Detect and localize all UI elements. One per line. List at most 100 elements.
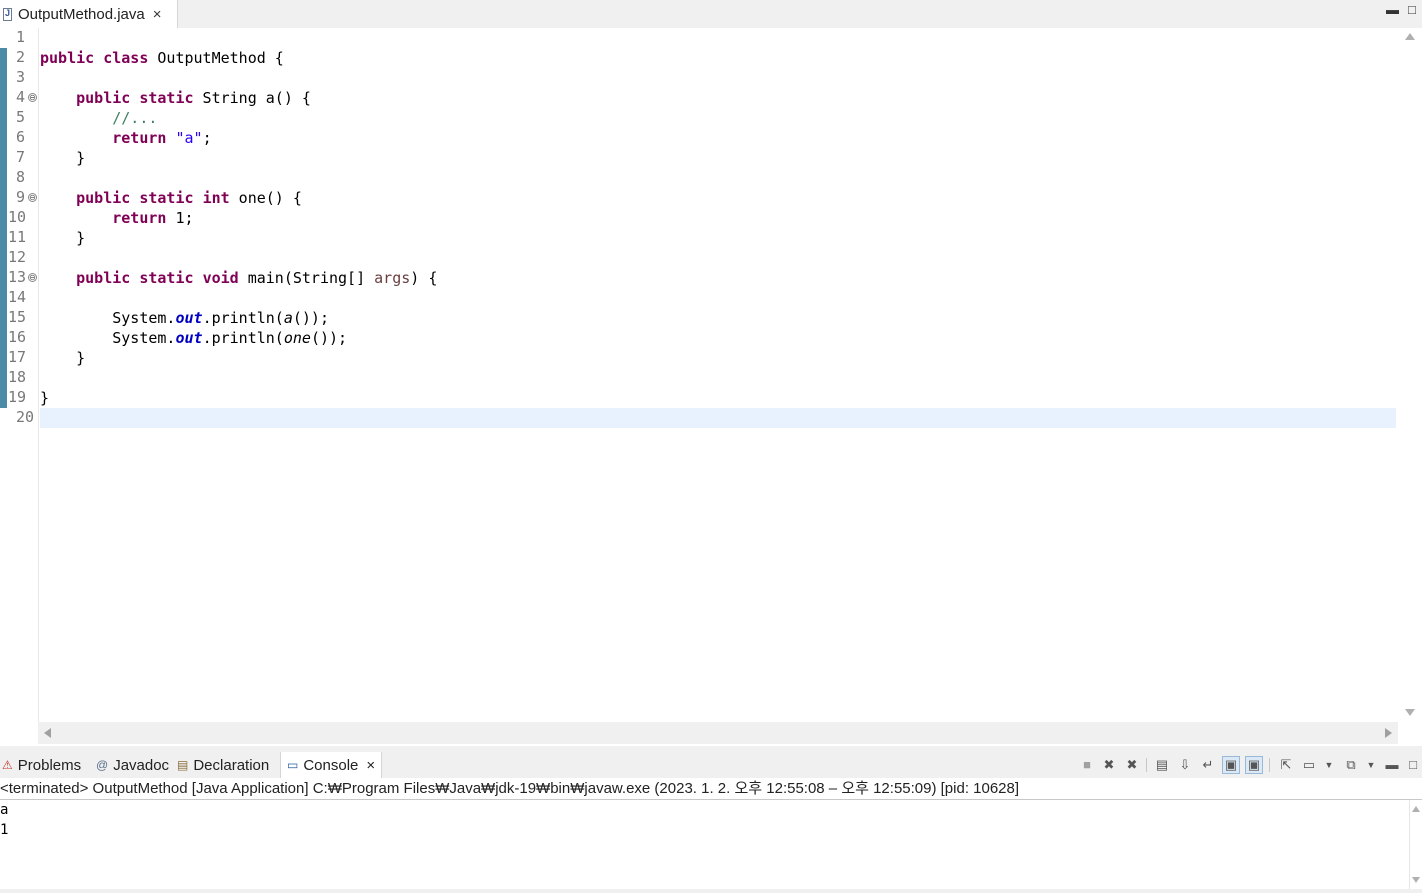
- toolbar-separator: [1146, 758, 1147, 772]
- code-text: .println(: [202, 329, 284, 347]
- code-text: }: [76, 349, 86, 367]
- code-text: }: [76, 229, 86, 247]
- editor-tab-outputmethod[interactable]: OutputMethod.java ×: [0, 0, 178, 28]
- string-literal: "a": [175, 129, 203, 147]
- scroll-lock-icon[interactable]: ⇩: [1176, 756, 1194, 774]
- line-number: 8: [16, 168, 26, 186]
- line-number: 20: [16, 408, 35, 426]
- editor-horizontal-scrollbar[interactable]: [38, 722, 1398, 744]
- maximize-panel-button[interactable]: □: [1404, 756, 1422, 774]
- code-text: one() {: [229, 189, 302, 207]
- chevron-down-icon[interactable]: ▼: [1320, 756, 1338, 774]
- line-number: 15: [8, 308, 27, 326]
- code-text: System.: [112, 329, 176, 347]
- open-console-icon[interactable]: ⧉: [1342, 756, 1360, 774]
- console-icon: ▭: [287, 758, 299, 772]
- scroll-down-icon[interactable]: [1412, 877, 1420, 883]
- close-tab-icon[interactable]: ×: [153, 6, 162, 23]
- static-call: one: [283, 329, 311, 347]
- pin-console-icon[interactable]: ⇱: [1277, 756, 1295, 774]
- line-number: 12: [8, 248, 27, 266]
- fold-toggle-icon[interactable]: ⊖: [28, 273, 37, 282]
- keyword: void: [202, 269, 239, 287]
- code-text: ());: [310, 329, 348, 347]
- code-text: ) {: [410, 269, 438, 287]
- keyword: int: [202, 189, 230, 207]
- show-on-stdout-icon[interactable]: ▣: [1222, 756, 1240, 774]
- current-line-highlight: [40, 408, 1396, 428]
- code-line: }: [40, 228, 85, 248]
- code-line: public static void main(String[] args) {: [40, 268, 437, 288]
- code-text: 1;: [166, 209, 194, 227]
- fold-toggle-icon[interactable]: ⊖: [28, 193, 37, 202]
- clear-console-icon[interactable]: ▤: [1153, 756, 1171, 774]
- line-number: 18: [8, 368, 27, 386]
- keyword: public: [76, 189, 131, 207]
- chevron-down-icon[interactable]: ▼: [1362, 756, 1380, 774]
- code-line: public class OutputMethod {: [40, 48, 284, 68]
- minimize-panel-button[interactable]: ▬: [1383, 756, 1401, 774]
- code-line: }: [40, 388, 49, 408]
- keyword: return: [112, 209, 167, 227]
- line-number: 16: [8, 328, 27, 346]
- line-number: 3: [16, 68, 26, 86]
- maximize-editor-button[interactable]: □: [1408, 2, 1416, 17]
- tab-label: Declaration: [193, 756, 270, 774]
- tab-label: Javadoc: [113, 756, 170, 774]
- scroll-left-icon[interactable]: [44, 728, 51, 738]
- line-number: 13: [8, 268, 27, 286]
- console-process-label: <terminated> OutputMethod [Java Applicat…: [0, 778, 1422, 800]
- change-ruler: [0, 48, 7, 408]
- code-line: return "a";: [40, 128, 211, 148]
- code-text: }: [76, 149, 86, 167]
- parameter: args: [374, 269, 411, 287]
- code-line: return 1;: [40, 208, 194, 228]
- remove-all-terminated-icon[interactable]: ✖: [1123, 756, 1141, 774]
- editor-vertical-scrollbar[interactable]: [1398, 28, 1422, 722]
- code-editor[interactable]: 1 2 3 4 5 6 7 8 9 10 11 12 13 14 15 16 1…: [0, 28, 1422, 746]
- tab-console[interactable]: ▭ Console ×: [280, 752, 383, 778]
- minimize-editor-button[interactable]: ▬: [1386, 2, 1399, 17]
- terminate-icon[interactable]: ■: [1078, 756, 1096, 774]
- javadoc-icon: @: [96, 758, 109, 772]
- scroll-up-icon[interactable]: [1405, 33, 1415, 40]
- remove-launch-icon[interactable]: ✖: [1100, 756, 1118, 774]
- editor-tab-bar: OutputMethod.java × ▬ □: [0, 0, 1422, 28]
- code-line: public static int one() {: [40, 188, 302, 208]
- code-text: }: [40, 389, 50, 407]
- keyword: return: [112, 129, 167, 147]
- keyword: static: [139, 189, 194, 207]
- declaration-icon: ▤: [177, 758, 189, 772]
- code-line: }: [40, 348, 85, 368]
- code-text: .println(: [202, 309, 284, 327]
- line-number: 14: [8, 288, 27, 306]
- tab-declaration[interactable]: ▤ Declaration: [177, 752, 269, 778]
- line-number: 6: [16, 128, 26, 146]
- display-selected-console-icon[interactable]: ▭: [1300, 756, 1318, 774]
- tab-label: Problems: [17, 756, 82, 774]
- keyword: public: [76, 89, 131, 107]
- line-number: 5: [16, 108, 26, 126]
- close-console-icon[interactable]: ×: [366, 757, 375, 774]
- console-vertical-scrollbar[interactable]: [1409, 800, 1422, 889]
- code-text: String a() {: [193, 89, 311, 107]
- scroll-up-icon[interactable]: [1412, 806, 1420, 812]
- static-field: out: [175, 329, 203, 347]
- tab-problems[interactable]: ⚠ Problems: [2, 752, 81, 778]
- line-number: 11: [8, 228, 27, 246]
- code-line: //...: [40, 108, 157, 128]
- code-line: System.out.println(one());: [40, 328, 347, 348]
- show-on-stderr-icon[interactable]: ▣: [1245, 756, 1263, 774]
- code-text: OutputMethod {: [148, 49, 284, 67]
- console-output[interactable]: a 1: [0, 800, 1422, 889]
- fold-toggle-icon[interactable]: ⊖: [28, 93, 37, 102]
- tab-javadoc[interactable]: @ Javadoc: [96, 752, 169, 778]
- word-wrap-icon[interactable]: ↵: [1199, 756, 1217, 774]
- console-output-line: a: [0, 802, 9, 818]
- java-file-icon: [3, 7, 12, 21]
- toolbar-separator: [1269, 758, 1270, 772]
- bottom-panel-tab-bar: ⚠ Problems @ Javadoc ▤ Declaration ▭ Con…: [0, 752, 1422, 778]
- scroll-right-icon[interactable]: [1385, 728, 1392, 738]
- keyword: public: [76, 269, 131, 287]
- scroll-down-icon[interactable]: [1405, 709, 1415, 716]
